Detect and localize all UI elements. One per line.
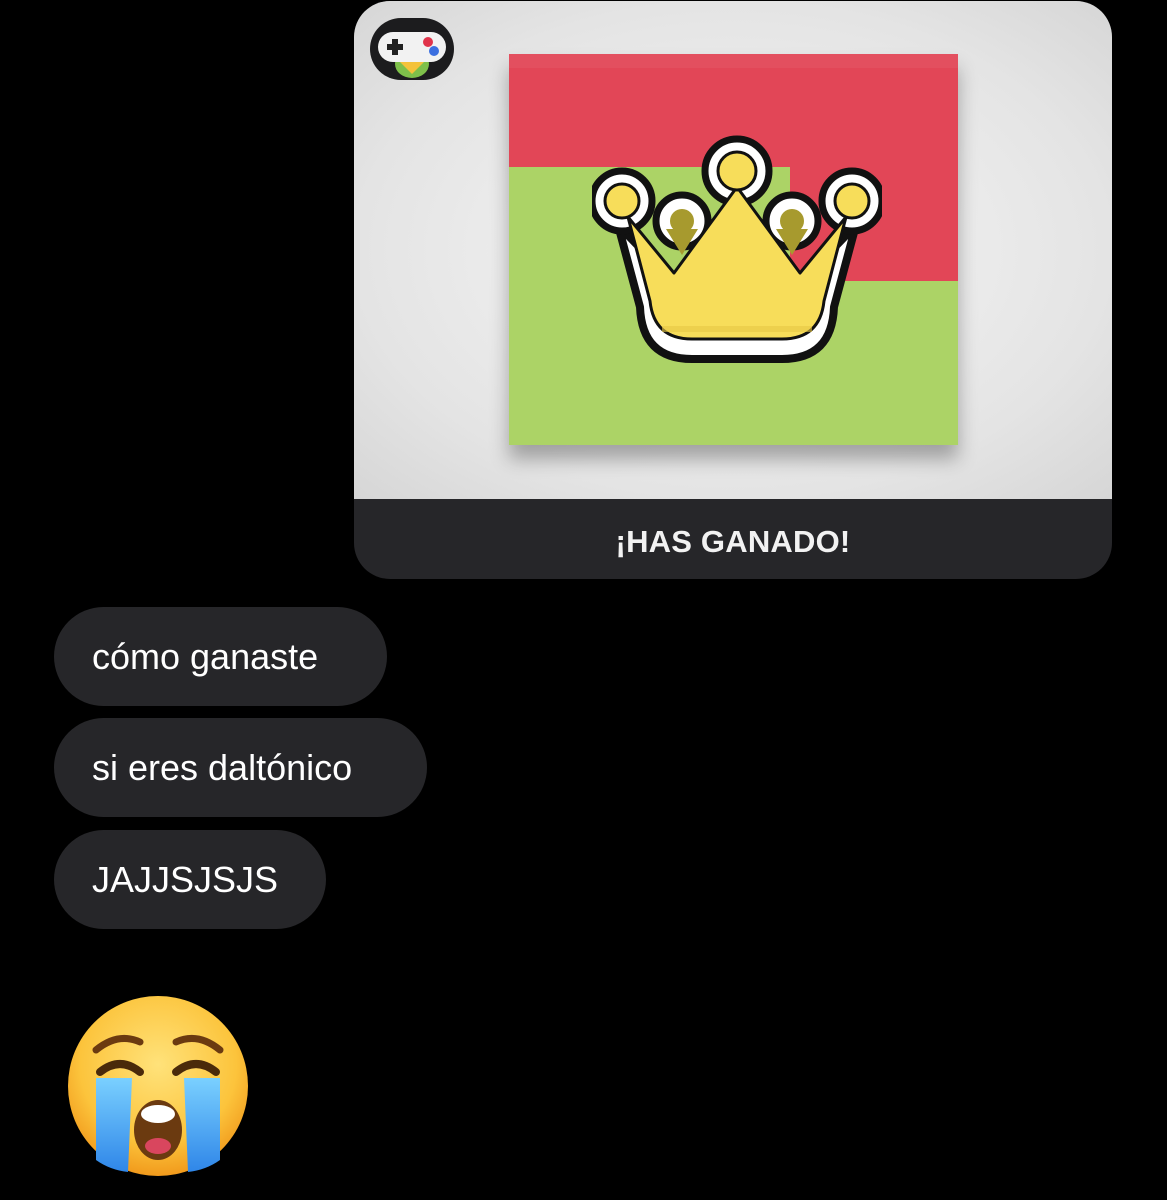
- message-bubble[interactable]: si eres daltónico: [54, 718, 427, 817]
- game-result-image[interactable]: [354, 1, 1112, 499]
- gamepigeon-app-icon: [370, 18, 454, 80]
- game-message-card[interactable]: ¡HAS GANADO!: [354, 1, 1112, 579]
- message-bubble[interactable]: JAJJSJSJS: [54, 830, 326, 929]
- game-result-caption: ¡HAS GANADO!: [615, 524, 851, 559]
- loudly-crying-face-emoji[interactable]: [66, 994, 250, 1178]
- crown-icon: [592, 135, 882, 363]
- message-bubble[interactable]: cómo ganaste: [54, 607, 387, 706]
